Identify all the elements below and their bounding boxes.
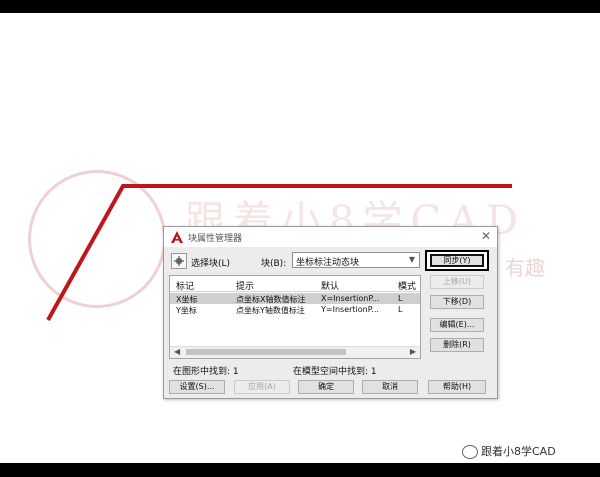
cancel-button[interactable]: 取消 xyxy=(362,380,418,394)
column-header-mode[interactable]: 模式 xyxy=(398,279,418,292)
block-label: 块(B): xyxy=(261,259,287,269)
sync-button-highlight: 同步(Y) xyxy=(425,250,489,271)
found-in-model-text: 在模型空间中找到: 1 xyxy=(293,367,377,377)
wechat-icon xyxy=(462,445,478,459)
chevron-left-icon[interactable]: ◀ xyxy=(174,347,180,356)
help-button[interactable]: 帮助(H) xyxy=(428,380,486,394)
cell-mode: L xyxy=(398,305,403,314)
table-row[interactable]: X坐标 点坐标X轴数值标注 X=InsertionP... L xyxy=(170,293,420,304)
move-down-button[interactable]: 下移(D) xyxy=(430,295,484,309)
cell-prompt: 点坐标Y轴数值标注 xyxy=(236,306,305,315)
cell-tag: Y坐标 xyxy=(176,306,197,315)
autocad-app-icon xyxy=(171,231,183,243)
table-row[interactable]: Y坐标 点坐标Y轴数值标注 Y=InsertionP... L xyxy=(170,304,420,315)
sync-button[interactable]: 同步(Y) xyxy=(430,254,484,267)
close-icon[interactable]: ✕ xyxy=(481,229,491,243)
settings-button[interactable]: 设置(S)... xyxy=(169,380,225,394)
attribute-list-header: 标记 提示 默认 模式 xyxy=(170,276,420,292)
column-header-tag[interactable]: 标记 xyxy=(176,279,231,292)
footer-watermark: 跟着小8学CAD xyxy=(462,443,556,459)
dialog-titlebar[interactable]: 块属性管理器 ✕ xyxy=(164,227,497,247)
attribute-list[interactable]: 标记 提示 默认 模式 X坐标 点坐标X轴数值标注 X=InsertionP..… xyxy=(169,275,421,359)
footer-watermark-text: 跟着小8学CAD xyxy=(481,445,556,458)
ok-button[interactable]: 确定 xyxy=(298,380,354,394)
crosshair-icon xyxy=(174,256,184,266)
block-attribute-manager-dialog: 块属性管理器 ✕ 选择块(L) 块(B): 坐标标注动态块 ▼ 标记 提示 默认… xyxy=(163,226,498,399)
remove-button[interactable]: 删除(R) xyxy=(430,338,484,352)
block-dropdown[interactable]: 坐标标注动态块 ▼ xyxy=(292,252,420,268)
scrollbar-thumb[interactable] xyxy=(186,349,346,355)
column-header-default[interactable]: 默认 xyxy=(321,279,397,292)
select-block-button[interactable] xyxy=(171,253,187,269)
dialog-title: 块属性管理器 xyxy=(188,234,243,244)
cell-default: Y=InsertionP... xyxy=(321,305,379,314)
found-in-drawing-text: 在图形中找到: 1 xyxy=(173,367,239,377)
chevron-down-icon: ▼ xyxy=(408,255,415,264)
column-header-prompt[interactable]: 提示 xyxy=(236,279,321,292)
edit-button[interactable]: 编辑(E)... xyxy=(430,318,484,332)
chevron-right-icon[interactable]: ▶ xyxy=(410,347,416,356)
block-dropdown-value: 坐标标注动态块 xyxy=(296,258,360,268)
apply-button[interactable]: 应用(A) xyxy=(234,380,290,394)
cell-mode: L xyxy=(398,294,403,303)
select-block-label: 选择块(L) xyxy=(191,259,231,269)
move-up-button[interactable]: 上移(U) xyxy=(430,275,484,289)
bottom-black-bar xyxy=(0,463,600,477)
horizontal-scrollbar[interactable]: ◀ ▶ xyxy=(170,346,420,358)
cell-default: X=InsertionP... xyxy=(321,294,380,303)
